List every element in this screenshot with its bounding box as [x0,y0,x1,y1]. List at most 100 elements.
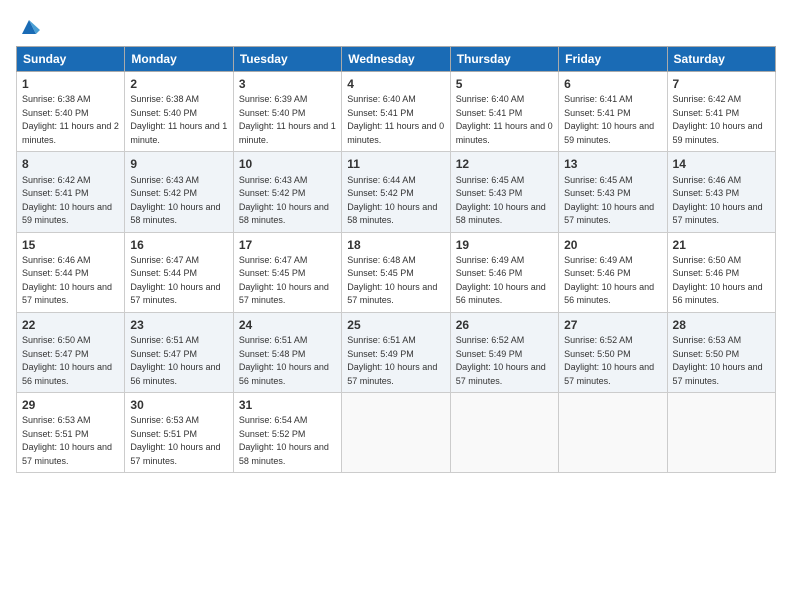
daylight: Daylight: 11 hours and 0 minutes. [347,121,444,145]
sunrise: Sunrise: 6:45 AM [564,175,633,185]
day-cell: 25Sunrise: 6:51 AMSunset: 5:49 PMDayligh… [342,312,450,392]
day-cell: 18Sunrise: 6:48 AMSunset: 5:45 PMDayligh… [342,232,450,312]
day-cell: 11Sunrise: 6:44 AMSunset: 5:42 PMDayligh… [342,152,450,232]
sunset: Sunset: 5:47 PM [22,349,89,359]
sunset: Sunset: 5:41 PM [22,188,89,198]
sunset: Sunset: 5:40 PM [22,108,89,118]
col-header-sunday: Sunday [17,47,125,72]
day-cell: 31Sunrise: 6:54 AMSunset: 5:52 PMDayligh… [233,393,341,473]
sunset: Sunset: 5:46 PM [456,268,523,278]
logo-icon [18,16,40,38]
sunset: Sunset: 5:42 PM [347,188,414,198]
sunrise: Sunrise: 6:41 AM [564,94,633,104]
sunset: Sunset: 5:42 PM [239,188,306,198]
sunrise: Sunrise: 6:50 AM [673,255,742,265]
sunset: Sunset: 5:50 PM [564,349,631,359]
daylight: Daylight: 10 hours and 57 minutes. [456,362,546,386]
daylight: Daylight: 10 hours and 58 minutes. [239,442,329,466]
day-number: 21 [673,237,770,253]
day-number: 10 [239,156,336,172]
sunset: Sunset: 5:44 PM [22,268,89,278]
sunrise: Sunrise: 6:42 AM [22,175,91,185]
day-cell: 29Sunrise: 6:53 AMSunset: 5:51 PMDayligh… [17,393,125,473]
daylight: Daylight: 10 hours and 57 minutes. [673,202,763,226]
day-number: 25 [347,317,444,333]
daylight: Daylight: 10 hours and 56 minutes. [22,362,112,386]
sunset: Sunset: 5:51 PM [130,429,197,439]
day-number: 12 [456,156,553,172]
sunset: Sunset: 5:52 PM [239,429,306,439]
week-row-5: 29Sunrise: 6:53 AMSunset: 5:51 PMDayligh… [17,393,776,473]
calendar-page: SundayMondayTuesdayWednesdayThursdayFrid… [0,0,792,483]
day-number: 27 [564,317,661,333]
sunset: Sunset: 5:41 PM [564,108,631,118]
daylight: Daylight: 10 hours and 59 minutes. [564,121,654,145]
day-number: 8 [22,156,119,172]
col-header-tuesday: Tuesday [233,47,341,72]
day-number: 17 [239,237,336,253]
day-number: 14 [673,156,770,172]
sunrise: Sunrise: 6:38 AM [130,94,199,104]
daylight: Daylight: 10 hours and 56 minutes. [564,282,654,306]
sunrise: Sunrise: 6:51 AM [347,335,416,345]
day-number: 31 [239,397,336,413]
col-header-friday: Friday [559,47,667,72]
day-number: 24 [239,317,336,333]
week-row-3: 15Sunrise: 6:46 AMSunset: 5:44 PMDayligh… [17,232,776,312]
day-cell: 6Sunrise: 6:41 AMSunset: 5:41 PMDaylight… [559,72,667,152]
day-cell: 21Sunrise: 6:50 AMSunset: 5:46 PMDayligh… [667,232,775,312]
sunrise: Sunrise: 6:44 AM [347,175,416,185]
sunset: Sunset: 5:46 PM [673,268,740,278]
sunrise: Sunrise: 6:53 AM [130,415,199,425]
day-cell: 10Sunrise: 6:43 AMSunset: 5:42 PMDayligh… [233,152,341,232]
sunrise: Sunrise: 6:49 AM [564,255,633,265]
sunrise: Sunrise: 6:50 AM [22,335,91,345]
day-cell [450,393,558,473]
daylight: Daylight: 10 hours and 57 minutes. [130,282,220,306]
sunset: Sunset: 5:43 PM [456,188,523,198]
sunrise: Sunrise: 6:47 AM [239,255,308,265]
sunrise: Sunrise: 6:53 AM [22,415,91,425]
day-number: 11 [347,156,444,172]
sunrise: Sunrise: 6:42 AM [673,94,742,104]
daylight: Daylight: 10 hours and 57 minutes. [22,282,112,306]
daylight: Daylight: 11 hours and 1 minute. [239,121,336,145]
daylight: Daylight: 10 hours and 58 minutes. [130,202,220,226]
day-cell: 12Sunrise: 6:45 AMSunset: 5:43 PMDayligh… [450,152,558,232]
day-number: 28 [673,317,770,333]
sunset: Sunset: 5:43 PM [673,188,740,198]
sunset: Sunset: 5:49 PM [456,349,523,359]
sunrise: Sunrise: 6:46 AM [673,175,742,185]
col-header-wednesday: Wednesday [342,47,450,72]
day-number: 18 [347,237,444,253]
day-cell: 27Sunrise: 6:52 AMSunset: 5:50 PMDayligh… [559,312,667,392]
daylight: Daylight: 10 hours and 56 minutes. [456,282,546,306]
week-row-1: 1Sunrise: 6:38 AMSunset: 5:40 PMDaylight… [17,72,776,152]
sunrise: Sunrise: 6:46 AM [22,255,91,265]
day-cell: 5Sunrise: 6:40 AMSunset: 5:41 PMDaylight… [450,72,558,152]
day-number: 13 [564,156,661,172]
week-row-4: 22Sunrise: 6:50 AMSunset: 5:47 PMDayligh… [17,312,776,392]
sunrise: Sunrise: 6:39 AM [239,94,308,104]
day-cell: 13Sunrise: 6:45 AMSunset: 5:43 PMDayligh… [559,152,667,232]
col-header-saturday: Saturday [667,47,775,72]
sunrise: Sunrise: 6:52 AM [564,335,633,345]
day-number: 5 [456,76,553,92]
daylight: Daylight: 10 hours and 57 minutes. [22,442,112,466]
daylight: Daylight: 10 hours and 57 minutes. [564,202,654,226]
logo-text [16,16,42,38]
day-cell: 22Sunrise: 6:50 AMSunset: 5:47 PMDayligh… [17,312,125,392]
sunrise: Sunrise: 6:43 AM [130,175,199,185]
sunset: Sunset: 5:50 PM [673,349,740,359]
day-cell: 4Sunrise: 6:40 AMSunset: 5:41 PMDaylight… [342,72,450,152]
daylight: Daylight: 10 hours and 57 minutes. [673,362,763,386]
day-number: 26 [456,317,553,333]
sunset: Sunset: 5:45 PM [347,268,414,278]
day-cell: 8Sunrise: 6:42 AMSunset: 5:41 PMDaylight… [17,152,125,232]
day-cell: 26Sunrise: 6:52 AMSunset: 5:49 PMDayligh… [450,312,558,392]
col-header-monday: Monday [125,47,233,72]
daylight: Daylight: 11 hours and 1 minute. [130,121,227,145]
sunrise: Sunrise: 6:40 AM [347,94,416,104]
day-cell: 1Sunrise: 6:38 AMSunset: 5:40 PMDaylight… [17,72,125,152]
daylight: Daylight: 10 hours and 57 minutes. [347,282,437,306]
